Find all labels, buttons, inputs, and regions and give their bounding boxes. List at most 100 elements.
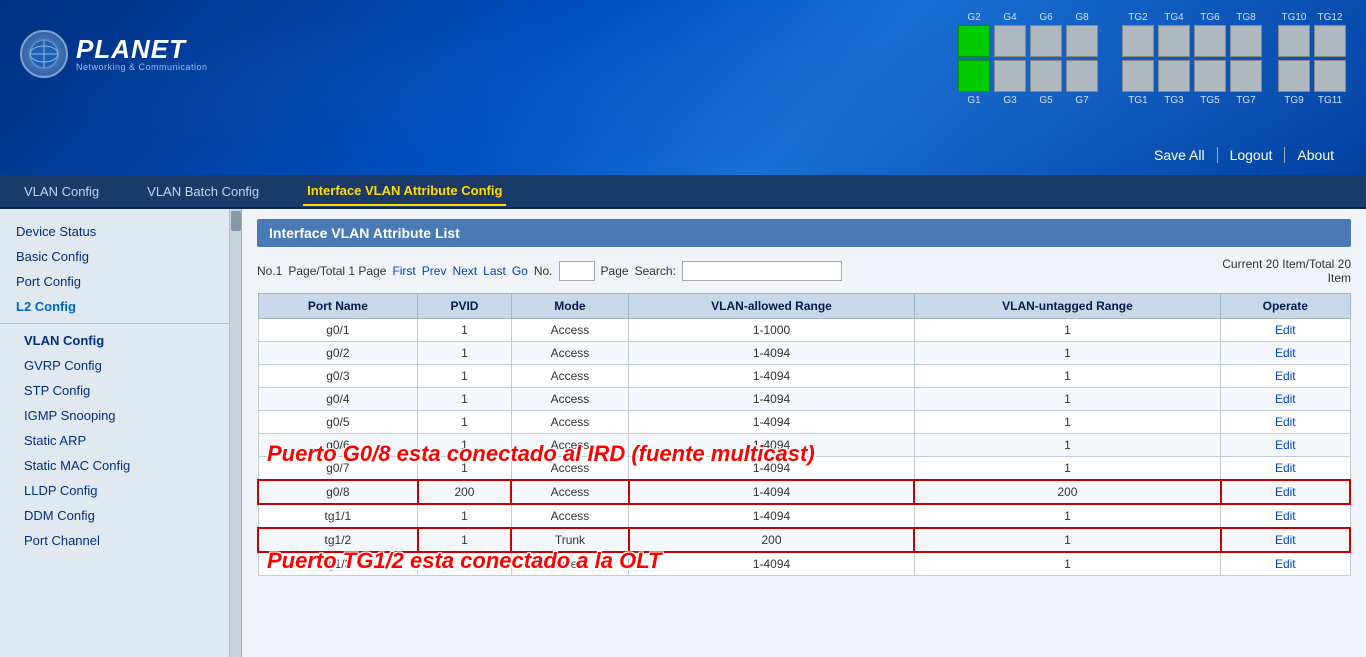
menu-vlan-config[interactable]: VLAN Config — [20, 178, 103, 205]
port-tg11[interactable] — [1314, 60, 1346, 92]
cell-operate: Edit — [1221, 504, 1350, 528]
port-label-tg1: TG1 — [1122, 95, 1154, 106]
cell-pvid: 1 — [418, 457, 511, 481]
cell-pvid: 200 — [418, 480, 511, 504]
sidebar-item-static-mac-config[interactable]: Static MAC Config — [0, 453, 229, 478]
logo-area: PLANET Networking & Communication — [20, 30, 208, 78]
port-label-tg6: TG6 — [1194, 12, 1226, 23]
col-mode: Mode — [511, 294, 629, 319]
port-tg2[interactable] — [1122, 25, 1154, 57]
sidebar-item-static-arp[interactable]: Static ARP — [0, 428, 229, 453]
sidebar-item-vlan-config[interactable]: VLAN Config — [0, 328, 229, 353]
port-label-tg5: TG5 — [1194, 95, 1226, 106]
cell-port: g0/2 — [258, 342, 418, 365]
menu-vlan-batch-config[interactable]: VLAN Batch Config — [143, 178, 263, 205]
edit-link[interactable]: Edit — [1275, 415, 1296, 429]
sidebar-item-device-status[interactable]: Device Status — [0, 219, 229, 244]
logo-brand: PLANET — [76, 36, 208, 62]
port-tg9[interactable] — [1278, 60, 1310, 92]
search-input[interactable] — [682, 261, 842, 281]
cell-mode: Access — [511, 504, 629, 528]
edit-link[interactable]: Edit — [1275, 438, 1296, 452]
port-tg1[interactable] — [1122, 60, 1154, 92]
cell-untagged: 1 — [914, 457, 1220, 481]
port-g8[interactable] — [1066, 25, 1098, 57]
cell-operate: Edit — [1221, 342, 1350, 365]
cell-port: tg1/3 — [258, 552, 418, 576]
sidebar-item-ddm-config[interactable]: DDM Config — [0, 503, 229, 528]
edit-link[interactable]: Edit — [1275, 485, 1296, 499]
go-link[interactable]: Go — [512, 264, 528, 278]
cell-mode: Access — [511, 411, 629, 434]
edit-link[interactable]: Edit — [1275, 509, 1296, 523]
last-page-link[interactable]: Last — [483, 264, 506, 278]
sidebar-item-port-channel[interactable]: Port Channel — [0, 528, 229, 553]
sidebar-item-lldp-config[interactable]: LLDP Config — [0, 478, 229, 503]
page-number-input[interactable] — [559, 261, 595, 281]
logout-link[interactable]: Logout — [1218, 147, 1286, 163]
port-tg3[interactable] — [1158, 60, 1190, 92]
port-tg10[interactable] — [1278, 25, 1310, 57]
table-row: g0/61Access1-40941Edit — [258, 434, 1350, 457]
cell-operate: Edit — [1221, 388, 1350, 411]
cell-untagged: 1 — [914, 388, 1220, 411]
sidebar-item-port-config[interactable]: Port Config — [0, 269, 229, 294]
cell-pvid: 1 — [418, 365, 511, 388]
sidebar-item-l2-config[interactable]: L2 Config — [0, 294, 229, 319]
sidebar-item-gvrp-config[interactable]: GVRP Config — [0, 353, 229, 378]
next-page-link[interactable]: Next — [452, 264, 477, 278]
save-all-link[interactable]: Save All — [1142, 147, 1218, 163]
cell-untagged: 1 — [914, 319, 1220, 342]
table-row: g0/51Access1-40941Edit — [258, 411, 1350, 434]
cell-untagged: 1 — [914, 411, 1220, 434]
edit-link[interactable]: Edit — [1275, 323, 1296, 337]
port-g1[interactable] — [958, 60, 990, 92]
edit-link[interactable]: Edit — [1275, 392, 1296, 406]
port-panel: G2 G4 G6 G8 TG2 TG4 TG6 TG8 TG10 TG12 — [958, 10, 1346, 106]
port-g3[interactable] — [994, 60, 1026, 92]
prev-page-link[interactable]: Prev — [422, 264, 447, 278]
edit-link[interactable]: Edit — [1275, 557, 1296, 571]
col-pvid: PVID — [418, 294, 511, 319]
cell-port: g0/7 — [258, 457, 418, 481]
cell-mode: Access — [511, 552, 629, 576]
edit-link[interactable]: Edit — [1275, 346, 1296, 360]
first-page-link[interactable]: First — [392, 264, 415, 278]
col-operate: Operate — [1221, 294, 1350, 319]
sidebar-item-basic-config[interactable]: Basic Config — [0, 244, 229, 269]
cell-allowed: 200 — [629, 528, 915, 552]
port-tg5[interactable] — [1194, 60, 1226, 92]
port-g4[interactable] — [994, 25, 1026, 57]
sidebar: Device Status Basic Config Port Config L… — [0, 209, 230, 657]
port-tg6[interactable] — [1194, 25, 1226, 57]
cell-operate: Edit — [1221, 480, 1350, 504]
edit-link[interactable]: Edit — [1275, 533, 1296, 547]
edit-link[interactable]: Edit — [1275, 369, 1296, 383]
table-row: tg1/11Access1-40941Edit — [258, 504, 1350, 528]
port-g5[interactable] — [1030, 60, 1062, 92]
sidebar-item-stp-config[interactable]: STP Config — [0, 378, 229, 403]
cell-port: g0/5 — [258, 411, 418, 434]
sidebar-item-igmp-snooping[interactable]: IGMP Snooping — [0, 403, 229, 428]
port-label-tg7: TG7 — [1230, 95, 1262, 106]
cell-pvid: 1 — [418, 388, 511, 411]
port-g6[interactable] — [1030, 25, 1062, 57]
cell-allowed: 1-4094 — [629, 504, 915, 528]
table-row: g0/41Access1-40941Edit — [258, 388, 1350, 411]
edit-link[interactable]: Edit — [1275, 461, 1296, 475]
about-link[interactable]: About — [1285, 147, 1346, 163]
port-tg4[interactable] — [1158, 25, 1190, 57]
sidebar-scrollbar[interactable] — [230, 209, 242, 657]
cell-port: g0/4 — [258, 388, 418, 411]
port-label-g7: G7 — [1066, 95, 1098, 106]
port-g2[interactable] — [958, 25, 990, 57]
col-vlan-allowed: VLAN-allowed Range — [629, 294, 915, 319]
menu-interface-vlan-attr-config[interactable]: Interface VLAN Attribute Config — [303, 177, 506, 206]
page-no: No.1 — [257, 264, 282, 278]
port-g7[interactable] — [1066, 60, 1098, 92]
port-label-tg8: TG8 — [1230, 12, 1262, 23]
cell-untagged: 1 — [914, 504, 1220, 528]
port-tg12[interactable] — [1314, 25, 1346, 57]
port-tg8[interactable] — [1230, 25, 1262, 57]
port-tg7[interactable] — [1230, 60, 1262, 92]
